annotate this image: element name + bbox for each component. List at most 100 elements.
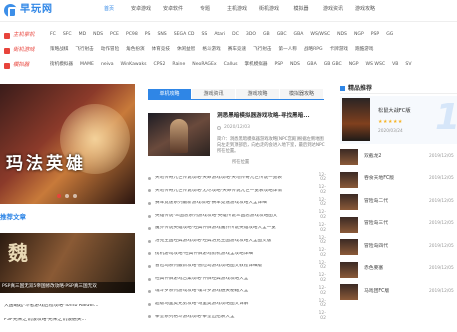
category-link[interactable]: GB xyxy=(263,33,270,38)
category-link[interactable]: neiva xyxy=(101,63,114,68)
category-link[interactable]: PSP xyxy=(371,33,379,38)
category-link[interactable]: 休闲益智 xyxy=(177,48,195,53)
rank-row[interactable]: 冒险岛四代 2019/12/05 xyxy=(340,238,457,256)
category-link[interactable]: NDS xyxy=(290,63,300,68)
category-link[interactable]: 卡牌游戏 xyxy=(330,48,348,53)
rank-top-card[interactable]: 松鼠大战FC版 ★★★★★ 2020/03/24 1 xyxy=(340,96,457,144)
nav-topics[interactable]: 专题 xyxy=(189,7,221,12)
category-link[interactable]: 跑酷游戏 xyxy=(355,48,373,53)
article-link[interactable]: 大国崛起·斗者游戏启程攻略·Tomb Raider... xyxy=(4,304,135,309)
nav-arcade-games[interactable]: 街机游戏 xyxy=(253,7,285,12)
category-link[interactable]: WS/WSC xyxy=(310,33,330,38)
category-link[interactable]: 策略战棋 xyxy=(50,48,68,53)
category-link[interactable]: Atari xyxy=(214,33,225,38)
category-link[interactable]: GBA xyxy=(307,63,317,68)
category-link[interactable]: PS xyxy=(145,33,151,38)
category-link[interactable]: NGP xyxy=(349,63,359,68)
news-title[interactable]: 拳皇系列格斗游戏攻略·拳皇出招表大全 xyxy=(155,315,314,320)
rank-name[interactable]: 吞食天地FC版 xyxy=(364,176,429,182)
category-link[interactable]: 体育竞技 xyxy=(152,48,170,53)
category-link[interactable]: GB GBC xyxy=(324,63,342,68)
tab-single-guides[interactable]: 单机攻略 xyxy=(148,89,191,99)
category-link[interactable]: CPS2 xyxy=(154,63,166,68)
category-link[interactable]: PC98 xyxy=(126,33,138,38)
news-title[interactable]: 街机游戏攻略·经典怀旧游戏街机游戏全攻略详细 xyxy=(155,252,314,257)
rank-name[interactable]: 冒险岛二代 xyxy=(364,199,429,205)
category-link[interactable]: GBA xyxy=(294,33,304,38)
category-link[interactable]: GG xyxy=(386,33,393,38)
news-title[interactable]: 洛克王国经典游戏攻略·经典洛克王国游戏攻略大全图文版 xyxy=(155,239,314,244)
banner-dot[interactable] xyxy=(57,194,61,198)
category-link[interactable]: MAME xyxy=(80,63,94,68)
news-title[interactable]: 魔界传说英雄攻略·经典怀旧游戏魔界传说英雄攻略大全一览 xyxy=(155,226,314,231)
category-link[interactable]: 动作冒险 xyxy=(101,48,119,53)
category-link[interactable]: 第一人称 xyxy=(279,48,297,53)
category-link[interactable]: 掌机模拟器 xyxy=(245,63,268,68)
nav-emulators[interactable]: 模拟器 xyxy=(285,7,317,12)
category-link[interactable]: 3DO xyxy=(246,33,256,38)
category-link[interactable]: GBC xyxy=(277,33,287,38)
category-link[interactable]: Raine xyxy=(172,63,185,68)
news-title[interactable]: 赛车竞速系列最新游戏攻略·赛车竞速游戏攻略大全详细 xyxy=(155,201,314,206)
news-row[interactable]: 洛克王国经典游戏攻略·经典洛克王国游戏攻略大全图文版 12-02 xyxy=(148,235,326,248)
rank-name[interactable]: 马戏团FC版 xyxy=(364,289,429,295)
category-link[interactable]: WinKawaks xyxy=(121,63,147,68)
category-link[interactable]: PSP xyxy=(275,63,283,68)
category-link[interactable]: SV xyxy=(405,63,411,68)
category-link[interactable]: WS WSC xyxy=(366,63,386,68)
category-link[interactable]: 角色扮演 xyxy=(126,48,144,53)
category-link[interactable]: 赛车竞速 xyxy=(228,48,246,53)
category-link[interactable]: VB xyxy=(392,63,398,68)
rank-name[interactable]: 冒险岛四代 xyxy=(364,244,429,250)
news-title[interactable]: 经典怀旧游戏合集攻略·怀旧经典游戏攻略大全 xyxy=(155,277,314,282)
nav-android-games[interactable]: 安卓游戏 xyxy=(125,7,157,12)
news-row[interactable]: 街机游戏攻略·经典怀旧游戏街机游戏全攻略详细 12-02 xyxy=(148,248,326,261)
featured-image[interactable] xyxy=(148,113,210,156)
banner-dot[interactable] xyxy=(73,194,77,198)
news-row[interactable]: 英雄传说·三国志系列游戏攻略·英雄传说三国志游戏攻略图文 12-02 xyxy=(148,210,326,223)
news-row[interactable]: 超级马里奥兄弟攻略·马里奥游戏攻略图文详解 12-02 xyxy=(148,298,326,311)
nav-android-apps[interactable]: 安卓软件 xyxy=(157,7,189,12)
news-title[interactable]: 冒险岛系列最新攻略·冒险岛游戏攻略图文教程详细版 xyxy=(155,264,314,269)
rank-row[interactable]: 马戏团FC版 2019/12/05 xyxy=(340,283,457,301)
tab-emulator-guides[interactable]: 模拟器攻略 xyxy=(280,89,323,99)
nav-news[interactable]: 游戏资讯 xyxy=(317,7,349,12)
news-row[interactable]: 冒险岛系列最新攻略·冒险岛游戏攻略图文教程详细版 12-02 xyxy=(148,260,326,273)
category-link[interactable]: NeoRAGEx xyxy=(192,63,216,68)
tab-game-news[interactable]: 游戏资讯 xyxy=(192,89,235,99)
category-link[interactable]: NDS xyxy=(93,33,103,38)
news-row[interactable]: 天地传奇九世传说攻略·无尽攻略·天命传说九世一览表攻略详情 12-02 xyxy=(148,185,326,198)
nav-home[interactable]: 首页 xyxy=(93,7,125,12)
category-link[interactable]: NDS xyxy=(337,33,347,38)
category-link[interactable]: 飞行射击 xyxy=(75,48,93,53)
hero-banner[interactable]: 玛法英雄 xyxy=(0,84,135,204)
category-link[interactable]: SFC xyxy=(63,33,72,38)
category-link[interactable]: NGP xyxy=(354,33,364,38)
category-link[interactable]: PCE xyxy=(110,33,119,38)
category-link[interactable]: SS xyxy=(201,33,207,38)
news-row[interactable]: 天地传奇九世传说攻略·天命游戏攻略·天地传奇九世传说一览表 12-02 xyxy=(148,172,326,185)
news-title[interactable]: 天地传奇九世传说攻略·天命游戏攻略·天地传奇九世传说一览表 xyxy=(155,176,314,181)
news-row[interactable]: 魂斗罗系列游戏攻略·魂斗罗游戏通关秘籍大全 12-02 xyxy=(148,285,326,298)
banner-dot[interactable] xyxy=(65,194,69,198)
news-title[interactable]: 天地传奇九世传说攻略·无尽攻略·天命传说九世一览表攻略详情 xyxy=(155,189,314,194)
news-row[interactable]: 经典怀旧游戏合集攻略·怀旧经典游戏攻略大全 12-02 xyxy=(148,273,326,286)
news-title[interactable]: 英雄传说·三国志系列游戏攻略·英雄传说三国志游戏攻略图文 xyxy=(155,214,314,219)
recommended-article-image[interactable]: 魏 PSP真三国无双5帝国修改攻略·PSP真三国无双 xyxy=(0,233,135,293)
nav-console-games[interactable]: 主机游戏 xyxy=(221,7,253,12)
article-link[interactable]: PSP光荣之饥饿攻略·光荣之饥饿通关... xyxy=(4,318,135,323)
featured-title[interactable]: 洞悉黑暗模拟器游戏攻略-寻找黑暗... xyxy=(217,113,310,120)
category-link[interactable]: 街机模拟器 xyxy=(50,63,73,68)
category-link[interactable]: FC xyxy=(50,33,56,38)
category-link[interactable]: Callus xyxy=(224,63,238,68)
category-link[interactable]: MD xyxy=(79,33,87,38)
rank-row[interactable]: 冒险岛二代 2019/12/05 xyxy=(340,193,457,211)
news-row[interactable]: 赛车竞速系列最新游戏攻略·赛车竞速游戏攻略大全详细 12-02 xyxy=(148,197,326,210)
news-row[interactable]: 拳皇系列格斗游戏攻略·拳皇出招表大全 12-02 xyxy=(148,311,326,324)
news-title[interactable]: 超级马里奥兄弟攻略·马里奥游戏攻略图文详解 xyxy=(155,302,314,307)
rank-row[interactable]: 双截龙2 2019/12/05 xyxy=(340,148,457,166)
category-link[interactable]: SEGA CD xyxy=(174,33,195,38)
rank-row[interactable]: 冒险岛三代 2019/12/05 xyxy=(340,216,457,234)
site-logo[interactable]: 早玩网 xyxy=(4,3,56,18)
nav-guides[interactable]: 游戏攻略 xyxy=(349,7,381,12)
